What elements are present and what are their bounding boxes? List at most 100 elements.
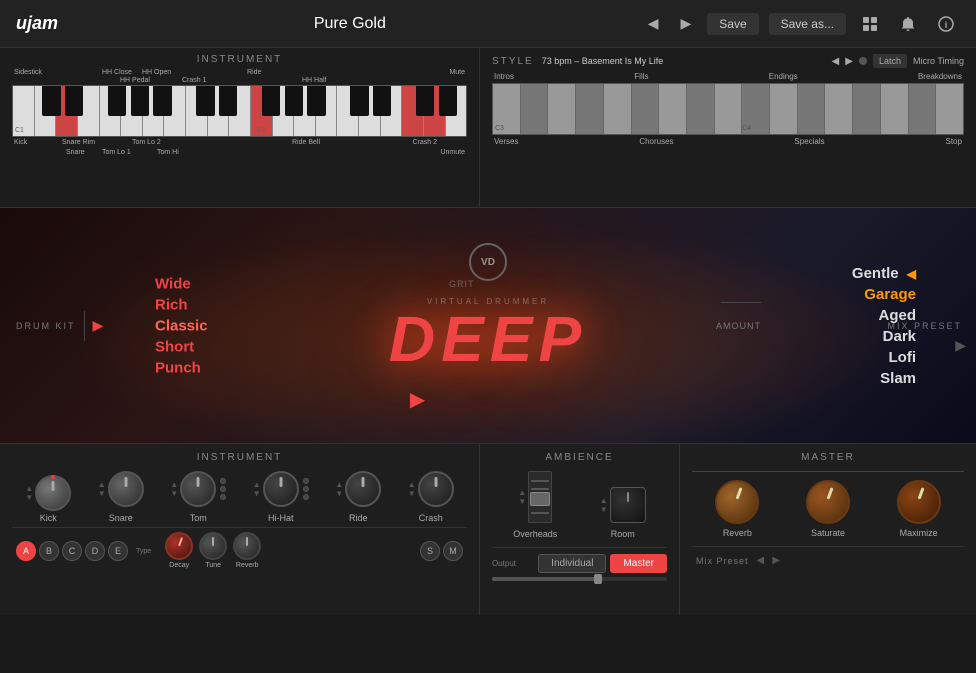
mix-style-lofi[interactable]: Lofi xyxy=(889,349,917,366)
type-btn-b[interactable]: B xyxy=(39,541,59,561)
mix-style-dark[interactable]: Dark xyxy=(883,328,916,345)
info-icon[interactable]: i xyxy=(932,10,960,38)
style-classic[interactable]: Classic xyxy=(155,317,208,334)
type-btn-e[interactable]: E xyxy=(108,541,128,561)
kick-knob[interactable] xyxy=(35,475,71,511)
snare-knob[interactable] xyxy=(108,471,144,507)
kick-label: Kick xyxy=(40,513,57,523)
snare-arrows[interactable]: ▲ ▼ xyxy=(98,481,106,498)
style-next-arrow[interactable]: ▶ xyxy=(845,56,853,67)
hihat-knob[interactable] xyxy=(263,471,299,507)
style-rich[interactable]: Rich xyxy=(155,296,208,313)
master-saturate-knob[interactable] xyxy=(806,480,850,524)
type-btn-c[interactable]: C xyxy=(62,541,82,561)
type-btn-a[interactable]: A xyxy=(16,541,36,561)
master-maximize-knob[interactable] xyxy=(897,480,941,524)
instrument-panel: INSTRUMENT Sidestick HH Close HH Open Ri… xyxy=(0,48,480,207)
solo-button[interactable]: S xyxy=(420,541,440,561)
label-snare: Snare xyxy=(66,149,85,156)
overheads-group: ▲ ▼ Overheads xyxy=(513,471,557,539)
crash-arrows[interactable]: ▲ ▼ xyxy=(408,481,416,498)
save-as-button[interactable]: Save as... xyxy=(769,13,846,35)
master-divider xyxy=(692,471,964,472)
crash-knob-group: ▲ ▼ Crash xyxy=(408,471,454,523)
mix-style-garage[interactable]: Garage xyxy=(864,286,916,303)
mix-style-gentle[interactable]: Gentle ◀ xyxy=(852,265,916,282)
mix-preset-next[interactable]: ▶ xyxy=(772,555,780,566)
product-name: DEEP xyxy=(389,307,587,371)
mix-style-slam[interactable]: Slam xyxy=(880,370,916,387)
master-maximize-group: Maximize xyxy=(897,480,941,538)
mute-button[interactable]: M xyxy=(443,541,463,561)
master-reverb-knob[interactable] xyxy=(715,480,759,524)
style-keyboard[interactable]: C3 C4 xyxy=(492,83,964,135)
hihat-label: Hi-Hat xyxy=(268,513,294,523)
play-button[interactable]: ▶ xyxy=(410,387,425,412)
inst-reverb-knob[interactable] xyxy=(233,532,261,560)
vd-logo: VD xyxy=(469,243,507,281)
ride-knob-group: ▲ ▼ Ride xyxy=(335,471,381,523)
label-crash1: Crash 1 xyxy=(182,77,207,84)
label-snarerim: Snare Rim xyxy=(62,139,95,146)
master-saturate-label: Saturate xyxy=(811,528,845,538)
grid-icon[interactable] xyxy=(856,10,884,38)
tune-knob[interactable] xyxy=(199,532,227,560)
mix-style-list: Gentle ◀ Garage Aged Dark Lofi Slam xyxy=(852,265,916,387)
kick-arrows[interactable]: ▲ ▼ xyxy=(25,485,33,502)
decay-label: Decay xyxy=(169,562,189,569)
room-label: Room xyxy=(611,529,635,539)
mix-preset-ctrl-label: Mix Preset xyxy=(696,556,749,566)
individual-output-btn[interactable]: Individual xyxy=(538,554,606,573)
decay-knob[interactable] xyxy=(165,532,193,560)
instrument-panel-title: INSTRUMENT xyxy=(12,54,467,65)
label-hhalf: HH Half xyxy=(302,77,327,84)
latch-button[interactable]: Latch xyxy=(873,54,907,68)
style-punch[interactable]: Punch xyxy=(155,359,208,376)
label-ride: Ride xyxy=(247,69,261,76)
overheads-label: Overheads xyxy=(513,529,557,539)
style-wide[interactable]: Wide xyxy=(155,275,208,292)
save-button[interactable]: Save xyxy=(707,13,758,35)
output-label: Output xyxy=(492,559,516,568)
style-endings-label: Endings xyxy=(769,72,798,81)
micro-timing-label: Micro Timing xyxy=(913,56,964,66)
tom-arrows[interactable]: ▲ ▼ xyxy=(170,481,178,498)
master-output-btn[interactable]: Master xyxy=(610,554,667,573)
mix-style-aged[interactable]: Aged xyxy=(879,307,917,324)
label-ridebell: Ride Bell xyxy=(292,139,320,146)
instrument-keyboard[interactable]: C1 C2 xyxy=(12,85,467,137)
ambience-title: AMBIENCE xyxy=(492,452,667,463)
style-prev-arrow[interactable]: ◀ xyxy=(832,56,840,67)
master-title: MASTER xyxy=(692,452,964,463)
tom-knob[interactable] xyxy=(180,471,216,507)
label-tomhi: Tom Hi xyxy=(157,149,179,156)
master-maximize-label: Maximize xyxy=(900,528,938,538)
label-sidestick: Sidestick xyxy=(14,69,42,76)
master-reverb-label: Reverb xyxy=(723,528,752,538)
tom-label: Tom xyxy=(190,513,207,523)
type-btn-d[interactable]: D xyxy=(85,541,105,561)
crash-knob[interactable] xyxy=(418,471,454,507)
room-arrows[interactable]: ▲ ▼ xyxy=(600,497,608,514)
label-hhclose: HH Close xyxy=(102,69,132,76)
tom-knob-group: ▲ ▼ Tom xyxy=(170,471,226,523)
amount-divider xyxy=(721,302,761,303)
output-slider[interactable] xyxy=(492,577,667,581)
next-preset-arrow[interactable]: ▶ xyxy=(674,13,697,34)
master-right-arrow[interactable]: ▶ xyxy=(955,337,966,355)
drum-kit-divider xyxy=(84,311,85,341)
overheads-fader[interactable] xyxy=(528,471,552,523)
room-knob[interactable] xyxy=(610,487,646,523)
ride-knob[interactable] xyxy=(345,471,381,507)
tune-group: Tune xyxy=(199,532,227,569)
prev-preset-arrow[interactable]: ◀ xyxy=(642,13,665,34)
ride-arrows[interactable]: ▲ ▼ xyxy=(335,481,343,498)
drum-kit-right-arrow[interactable]: ▶ xyxy=(93,317,104,334)
mix-preset-prev[interactable]: ◀ xyxy=(757,555,765,566)
hihat-arrows[interactable]: ▲ ▼ xyxy=(253,481,261,498)
master-controls: MASTER Reverb Saturate Maximize ▶ xyxy=(680,444,976,615)
master-saturate-group: Saturate xyxy=(806,480,850,538)
bell-icon[interactable] xyxy=(894,10,922,38)
overheads-arrows[interactable]: ▲ ▼ xyxy=(518,489,526,506)
style-short[interactable]: Short xyxy=(155,338,208,355)
